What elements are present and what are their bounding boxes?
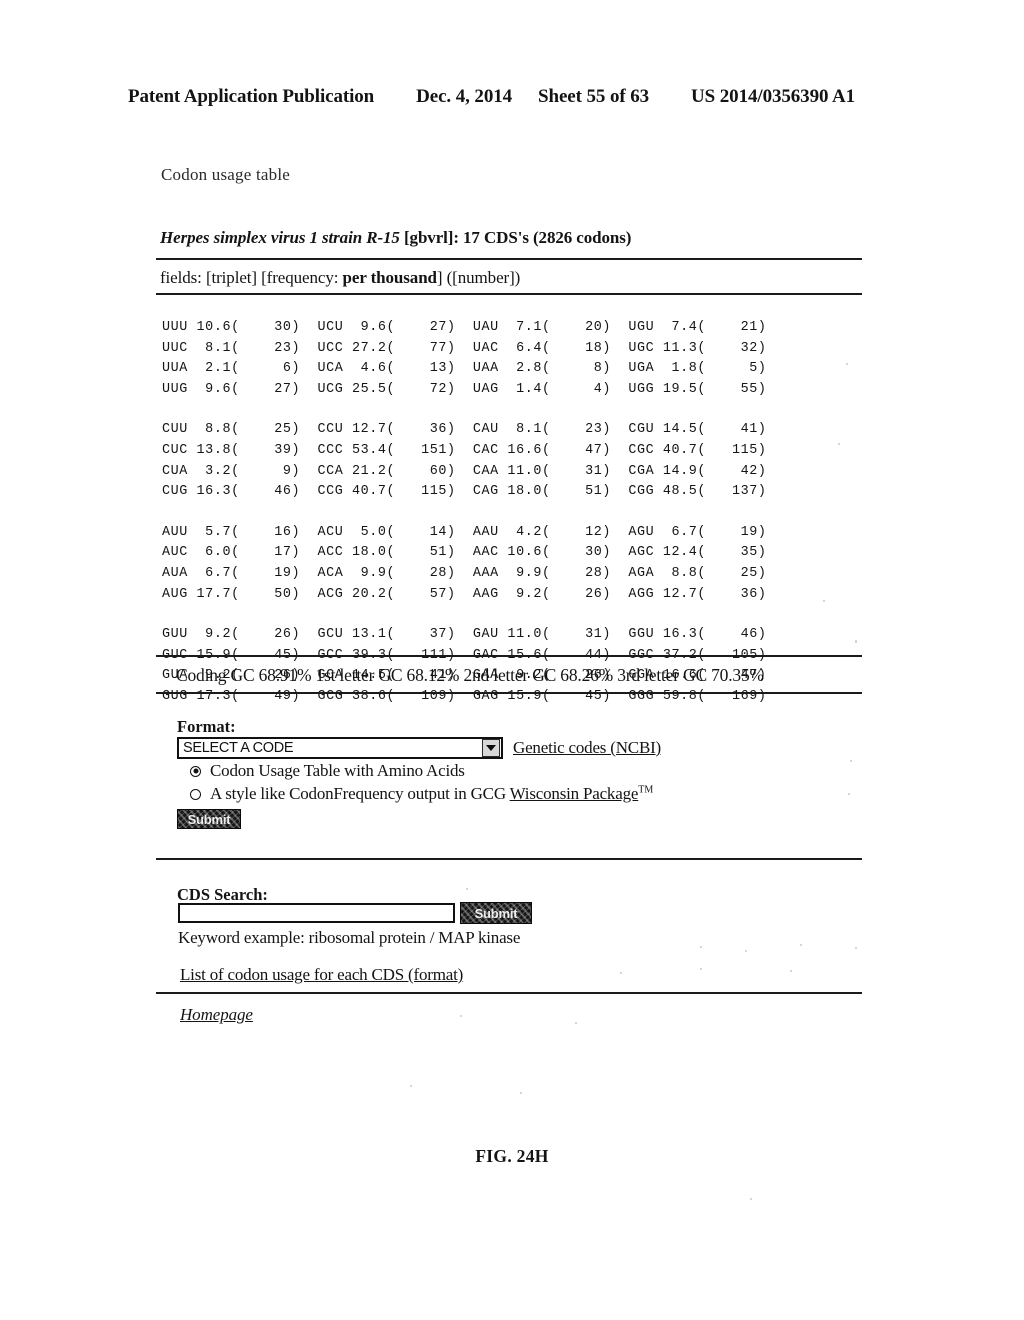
- divider-below-fields: [156, 293, 862, 295]
- scan-speck: [850, 760, 852, 762]
- codon-row: AUG 17.7( 50) ACG 20.2( 57) AAG 9.2( 26)…: [162, 586, 767, 602]
- figure-caption: FIG. 24H: [475, 1146, 549, 1166]
- trademark-mark: TM: [638, 784, 654, 796]
- format-submit-button[interactable]: Submit: [177, 809, 241, 829]
- genetic-code-select-value: SELECT A CODE: [183, 740, 294, 756]
- codon-row: AUU 5.7( 16) ACU 5.0( 14) AAU 4.2( 12) A…: [162, 524, 767, 540]
- scan-speck: [620, 972, 622, 974]
- scan-speck: [520, 1092, 522, 1094]
- scan-speck: [838, 443, 840, 445]
- scan-speck: [750, 1198, 752, 1200]
- cds-search-input[interactable]: [180, 905, 453, 922]
- radio-label-amino-acids: Codon Usage Table with Amino Acids: [210, 761, 465, 780]
- organism-cds-info: [gbvrl]: 17 CDS's (2826 codons): [399, 228, 632, 247]
- scan-speck: [466, 888, 468, 890]
- genetic-code-select[interactable]: SELECT A CODE: [177, 737, 503, 759]
- organism-name: Herpes simplex virus 1 strain R-15: [160, 228, 400, 247]
- document-body: Codon usage table Herpes simplex virus 1…: [0, 0, 1024, 1320]
- scan-speck: [410, 1085, 412, 1087]
- organism-title: Herpes simplex virus 1 strain R-15 [gbvr…: [160, 228, 631, 248]
- codon-row: UUU 10.6( 30) UCU 9.6( 27) UAU 7.1( 20) …: [162, 320, 767, 335]
- divider-above-cds-search: [156, 858, 862, 860]
- scan-speck: [855, 640, 857, 643]
- codon-row: CUU 8.8( 25) CCU 12.7( 36) CAU 8.1( 23) …: [162, 422, 767, 438]
- radio-button-amino-acids[interactable]: [190, 765, 201, 777]
- gc-content-summary: Coding GC 68.91% 1st letter GC 68.12% 2n…: [176, 665, 764, 685]
- codon-usage-grid: UUU 10.6( 30) UCU 9.6( 27) UAU 7.1( 20) …: [162, 318, 767, 708]
- codon-row: GUG 17.3( 49) GCG 38.6( 109) GAG 15.9( 4…: [162, 688, 767, 704]
- codon-row: CUC 13.8( 39) CCC 53.4( 151) CAC 16.6( 4…: [162, 442, 767, 458]
- codon-row: UUG 9.6( 27) UCG 25.5( 72) UAG 1.4( 4) U…: [162, 381, 767, 397]
- codon-block: CUU 8.8( 25) CCU 12.7( 36) CAU 8.1( 23) …: [162, 420, 767, 502]
- codon-usage-table-caption: Codon usage table: [161, 165, 290, 184]
- cds-submit-button[interactable]: Submit: [460, 902, 532, 924]
- codon-row: AUA 6.7( 19) ACA 9.9( 28) AAA 9.9( 28) A…: [162, 565, 767, 581]
- chevron-down-icon[interactable]: [482, 739, 500, 757]
- codon-row: GUU 9.2( 26) GCU 13.1( 37) GAU 11.0( 31)…: [162, 627, 767, 643]
- fields-suffix: ] ([number]): [436, 268, 521, 287]
- divider-above-gc: [156, 655, 862, 657]
- cds-search-input-wrap[interactable]: [178, 903, 455, 923]
- homepage-link[interactable]: Homepage: [180, 1005, 253, 1025]
- format-submit-label: Submit: [187, 811, 231, 827]
- scan-speck: [846, 363, 848, 365]
- codon-row: UUA 2.1( 6) UCA 4.6( 13) UAA 2.8( 8) UGA…: [162, 361, 767, 377]
- scan-speck: [790, 970, 792, 972]
- wisconsin-package-link[interactable]: Wisconsin Package: [510, 784, 639, 803]
- scan-speck: [848, 793, 850, 795]
- radio-option-codonfrequency[interactable]: A style like CodonFrequency output in GC…: [190, 784, 653, 804]
- scan-speck: [855, 947, 857, 949]
- codon-block: AUU 5.7( 16) ACU 5.0( 14) AAU 4.2( 12) A…: [162, 523, 767, 605]
- radio-label-codonfrequency: A style like CodonFrequency output in GC…: [210, 784, 653, 804]
- fields-bold: per thousand: [342, 268, 437, 287]
- keyword-example-text: Keyword example: ribosomal protein / MAP…: [178, 928, 521, 947]
- divider-below-gc: [156, 692, 862, 694]
- divider-above-fields: [156, 258, 862, 260]
- format-section-label: Format:: [177, 717, 236, 736]
- fields-prefix: fields: [triplet] [frequency:: [160, 268, 343, 287]
- codon-usage-list-link[interactable]: List of codon usage for each CDS (format…: [180, 965, 463, 985]
- fields-legend: fields: [triplet] [frequency: per thousa…: [160, 268, 520, 288]
- codon-block: UUU 10.6( 30) UCU 9.6( 27) UAU 7.1( 20) …: [162, 318, 767, 400]
- scan-speck: [800, 944, 802, 946]
- radio-option-amino-acids[interactable]: Codon Usage Table with Amino Acids: [190, 761, 465, 781]
- codon-row: CUG 16.3( 46) CCG 40.7( 115) CAG 18.0( 5…: [162, 484, 767, 500]
- scan-speck: [460, 1015, 462, 1017]
- cds-search-label: CDS Search:: [177, 885, 268, 904]
- scan-speck: [745, 950, 747, 952]
- cds-submit-label: Submit: [474, 905, 518, 921]
- radio-button-codonfrequency[interactable]: [190, 788, 201, 800]
- divider-above-homepage: [156, 992, 862, 994]
- scan-speck: [575, 1022, 577, 1024]
- radio-label-codonfrequency-text: A style like CodonFrequency output in GC…: [210, 784, 510, 803]
- codon-row: CUA 3.2( 9) CCA 21.2( 60) CAA 11.0( 31) …: [162, 463, 767, 479]
- genetic-codes-link[interactable]: Genetic codes (NCBI): [513, 738, 661, 758]
- scan-speck: [700, 946, 702, 948]
- scan-speck: [700, 968, 702, 970]
- codon-row: AUC 6.0( 17) ACC 18.0( 51) AAC 10.6( 30)…: [162, 545, 767, 561]
- codon-row: UUC 8.1( 23) UCC 27.2( 77) UAC 6.4( 18) …: [162, 340, 767, 356]
- scan-speck: [823, 600, 825, 602]
